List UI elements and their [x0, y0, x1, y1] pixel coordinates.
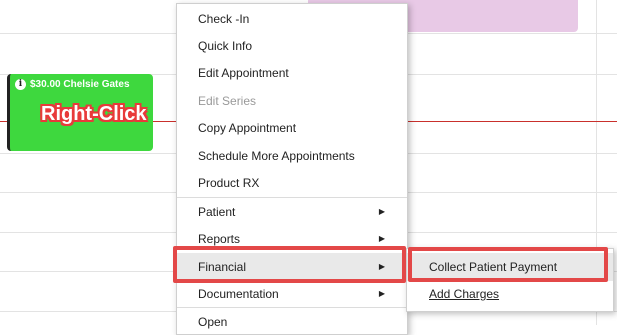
appointment-title: $30.00 Chelsie Gates	[30, 78, 130, 90]
submenu-item-add-charges[interactable]: Add Charges	[407, 280, 613, 308]
appointment-block[interactable]: i $30.00 Chelsie Gates Right-Click	[7, 74, 153, 151]
menu-item-label: Reports	[198, 231, 241, 246]
menu-item-label: Documentation	[198, 286, 279, 301]
menu-item-copy-appointment[interactable]: Copy Appointment	[177, 114, 407, 141]
appointment-header: i $30.00 Chelsie Gates	[15, 77, 130, 91]
menu-item-label: Edit Appointment	[198, 65, 289, 80]
menu-item-schedule-more-appointments[interactable]: Schedule More Appointments	[177, 142, 407, 169]
info-icon[interactable]: i	[15, 78, 26, 90]
chevron-right-icon: ▶	[378, 289, 385, 298]
menu-item-documentation[interactable]: Documentation ▶	[177, 280, 407, 307]
menu-item-label: Quick Info	[198, 38, 253, 53]
menu-item-quick-info[interactable]: Quick Info	[177, 32, 407, 59]
chevron-right-icon: ▶	[378, 234, 385, 243]
highlight-collect-payment	[408, 247, 608, 282]
menu-item-check-in[interactable]: Check -In	[177, 5, 407, 32]
chevron-right-icon: ▶	[378, 207, 385, 216]
menu-item-edit-series: Edit Series	[177, 87, 407, 114]
menu-item-open[interactable]: Open	[177, 308, 407, 335]
submenu-item-label: Add Charges	[429, 287, 500, 301]
highlight-financial	[173, 246, 406, 283]
menu-item-patient[interactable]: Patient ▶	[177, 198, 407, 225]
menu-item-product-rx[interactable]: Product RX	[177, 169, 407, 196]
menu-item-label: Schedule More Appointments	[198, 148, 355, 163]
menu-item-label: Product RX	[198, 175, 260, 190]
menu-item-label: Check -In	[198, 11, 250, 26]
right-click-annotation: Right-Click	[41, 103, 147, 125]
context-menu: Check -In Quick Info Edit Appointment Ed…	[176, 3, 408, 335]
menu-item-label: Patient	[198, 204, 236, 219]
menu-item-edit-appointment[interactable]: Edit Appointment	[177, 59, 407, 86]
menu-item-label: Edit Series	[198, 93, 257, 108]
menu-item-label: Copy Appointment	[198, 120, 297, 135]
menu-item-label: Open	[198, 314, 228, 329]
